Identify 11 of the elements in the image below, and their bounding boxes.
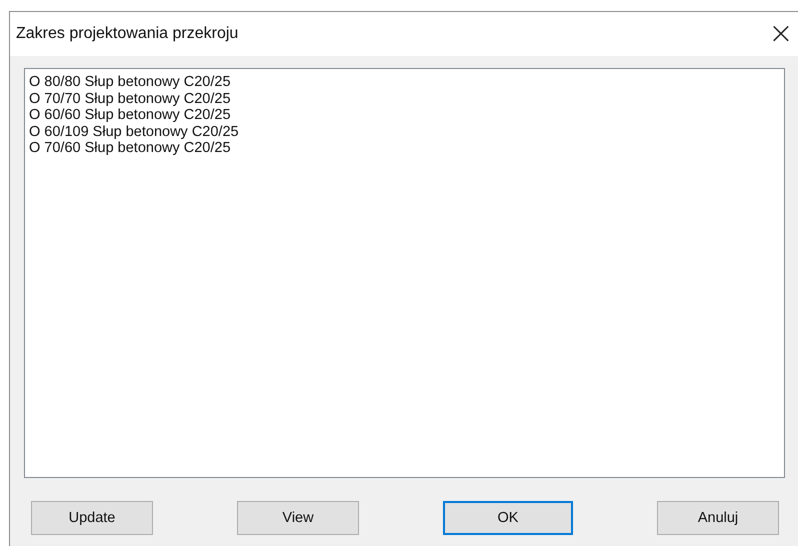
- list-item[interactable]: O 80/80 Słup betonowy C20/25: [29, 74, 231, 90]
- list-item[interactable]: O 70/60 Słup betonowy C20/25: [29, 140, 231, 156]
- list-item[interactable]: O 60/109 Słup betonowy C20/25: [29, 124, 239, 140]
- dialog-button[interactable]: OK: [443, 501, 573, 535]
- dialog-button[interactable]: Anuluj: [657, 501, 779, 535]
- dialog-button[interactable]: Update: [31, 501, 153, 535]
- dialog-button[interactable]: View: [237, 501, 359, 535]
- window-title: Zakres projektowania przekroju: [16, 25, 238, 43]
- list-item[interactable]: O 70/70 Słup betonowy C20/25: [29, 90, 231, 107]
- close-button[interactable]: ×: [766, 19, 796, 49]
- list-item[interactable]: O 60/60 Słup betonowy C20/25: [29, 107, 231, 124]
